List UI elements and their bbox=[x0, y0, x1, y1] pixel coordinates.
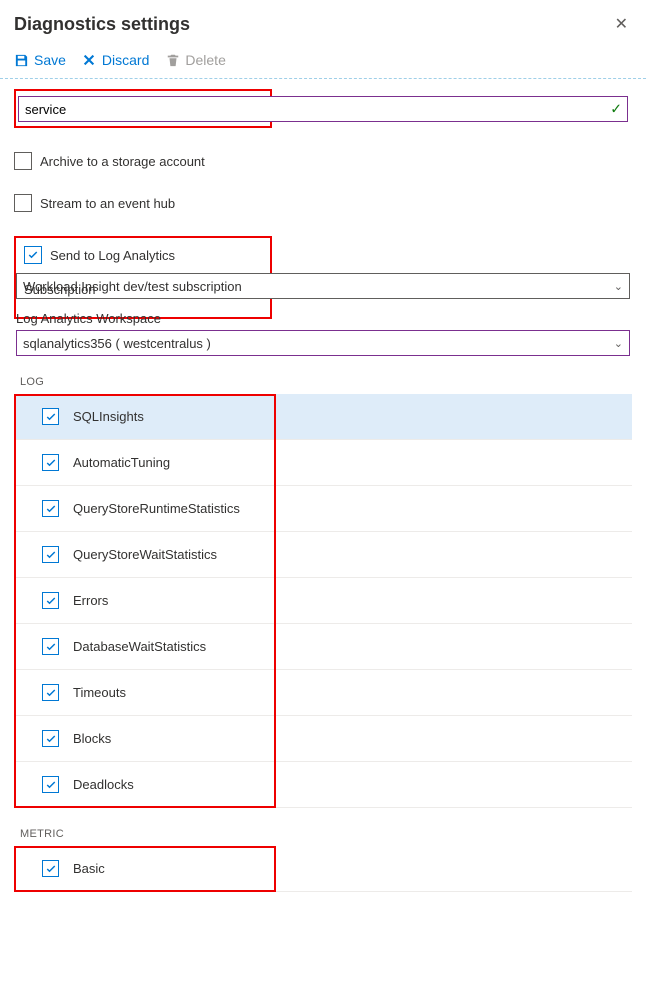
log-item-row[interactable]: QueryStoreWaitStatistics bbox=[14, 532, 632, 578]
log-item-row[interactable]: SQLInsights bbox=[14, 394, 632, 440]
close-icon[interactable]: ✕ bbox=[611, 10, 632, 38]
log-item-checkbox[interactable] bbox=[42, 592, 59, 609]
log-item-row[interactable]: DatabaseWaitStatistics bbox=[14, 624, 632, 670]
discard-label: Discard bbox=[102, 52, 149, 68]
workspace-select[interactable]: sqlanalytics356 ( westcentralus ) ⌄ bbox=[16, 330, 630, 356]
log-item-label: Blocks bbox=[73, 731, 111, 746]
loganalytics-label: Send to Log Analytics bbox=[50, 248, 175, 263]
loganalytics-checkbox[interactable] bbox=[24, 246, 42, 264]
delete-icon bbox=[165, 53, 180, 68]
log-item-checkbox[interactable] bbox=[42, 638, 59, 655]
eventhub-checkbox-row: Stream to an event hub bbox=[14, 194, 632, 212]
loganalytics-checkbox-row: Send to Log Analytics bbox=[24, 246, 262, 264]
save-button[interactable]: Save bbox=[14, 52, 66, 68]
log-item-row[interactable]: Blocks bbox=[14, 716, 632, 762]
delete-button: Delete bbox=[165, 52, 225, 68]
metric-item-label: Basic bbox=[73, 861, 105, 876]
save-icon bbox=[14, 53, 29, 68]
panel-header: Diagnostics settings ✕ bbox=[0, 0, 646, 46]
log-item-label: Errors bbox=[73, 593, 108, 608]
metric-item-row[interactable]: Basic bbox=[14, 846, 632, 892]
workspace-label: Log Analytics Workspace bbox=[16, 311, 630, 326]
chevron-down-icon: ⌄ bbox=[614, 337, 623, 350]
log-item-checkbox[interactable] bbox=[42, 454, 59, 471]
log-item-row[interactable]: Deadlocks bbox=[14, 762, 632, 808]
metric-section-title: METRIC bbox=[20, 828, 632, 840]
log-item-checkbox[interactable] bbox=[42, 546, 59, 563]
chevron-down-icon: ⌄ bbox=[614, 280, 623, 293]
archive-label: Archive to a storage account bbox=[40, 154, 205, 169]
log-section-title: LOG bbox=[20, 376, 632, 388]
workspace-value: sqlanalytics356 ( westcentralus ) bbox=[23, 336, 211, 351]
discard-button[interactable]: Discard bbox=[82, 52, 149, 68]
panel-title: Diagnostics settings bbox=[14, 14, 190, 35]
log-item-label: QueryStoreWaitStatistics bbox=[73, 547, 217, 562]
valid-check-icon: ✓ bbox=[610, 101, 622, 118]
log-item-row[interactable]: Timeouts bbox=[14, 670, 632, 716]
log-item-label: Deadlocks bbox=[73, 777, 134, 792]
log-item-checkbox[interactable] bbox=[42, 776, 59, 793]
log-item-row[interactable]: AutomaticTuning bbox=[14, 440, 632, 486]
log-item-label: AutomaticTuning bbox=[73, 455, 170, 470]
name-input-wrap: ✓ bbox=[18, 96, 628, 122]
eventhub-label: Stream to an event hub bbox=[40, 196, 175, 211]
name-input[interactable] bbox=[18, 96, 628, 122]
subscription-select[interactable]: Workload Insight dev/test subscription ⌄ bbox=[16, 273, 630, 299]
log-item-row[interactable]: Errors bbox=[14, 578, 632, 624]
log-item-label: Timeouts bbox=[73, 685, 126, 700]
log-item-label: QueryStoreRuntimeStatistics bbox=[73, 501, 240, 516]
discard-icon bbox=[82, 53, 97, 68]
log-item-checkbox[interactable] bbox=[42, 500, 59, 517]
archive-checkbox-row: Archive to a storage account bbox=[14, 152, 632, 170]
eventhub-checkbox[interactable] bbox=[14, 194, 32, 212]
log-item-row[interactable]: QueryStoreRuntimeStatistics bbox=[14, 486, 632, 532]
metric-item-checkbox[interactable] bbox=[42, 860, 59, 877]
delete-label: Delete bbox=[185, 52, 225, 68]
log-item-checkbox[interactable] bbox=[42, 730, 59, 747]
archive-checkbox[interactable] bbox=[14, 152, 32, 170]
save-label: Save bbox=[34, 52, 66, 68]
log-item-label: DatabaseWaitStatistics bbox=[73, 639, 206, 654]
log-item-checkbox[interactable] bbox=[42, 408, 59, 425]
subscription-value: Workload Insight dev/test subscription bbox=[23, 279, 242, 294]
toolbar: Save Discard Delete bbox=[0, 46, 646, 79]
log-item-checkbox[interactable] bbox=[42, 684, 59, 701]
log-item-label: SQLInsights bbox=[73, 409, 144, 424]
